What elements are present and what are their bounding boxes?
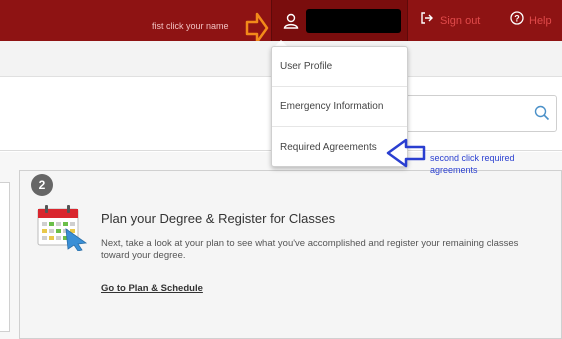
card-title: Plan your Degree & Register for Classes: [101, 211, 336, 226]
help-label: Help: [529, 14, 552, 27]
search-icon[interactable]: [534, 105, 550, 126]
svg-text:?: ?: [514, 14, 520, 24]
help-button[interactable]: ? Help: [510, 0, 552, 41]
help-icon: ?: [510, 11, 524, 30]
step-card-plan-register: 2 Plan your Degree & Register for Classe…: [19, 170, 562, 339]
card-description: Next, take a look at your plan to see wh…: [101, 238, 519, 261]
sign-out-button[interactable]: Sign out: [420, 0, 480, 41]
calendar-icon: [36, 203, 88, 256]
page: fist click your name Sign out ? Help 2 P…: [0, 0, 562, 339]
top-header: fist click your name Sign out ? Help: [0, 0, 562, 44]
annotation-second-click: second click required agreements: [430, 153, 515, 175]
user-menu-button[interactable]: [271, 0, 408, 41]
sign-out-icon: [420, 11, 434, 30]
go-to-plan-schedule-link[interactable]: Go to Plan & Schedule: [101, 283, 203, 294]
arrow-left-icon: [386, 138, 426, 173]
redacted-user-name: [306, 8, 401, 33]
menu-item-user-profile[interactable]: User Profile: [272, 47, 407, 87]
menu-item-emergency-information[interactable]: Emergency Information: [272, 87, 407, 127]
step-badge: 2: [31, 174, 53, 196]
user-icon: [282, 12, 300, 30]
annotation-first-click: fist click your name: [152, 21, 229, 31]
sign-out-label: Sign out: [440, 14, 481, 27]
previous-step-card: [0, 182, 10, 332]
main-content: 2 Plan your Degree & Register for Classe…: [0, 152, 562, 339]
